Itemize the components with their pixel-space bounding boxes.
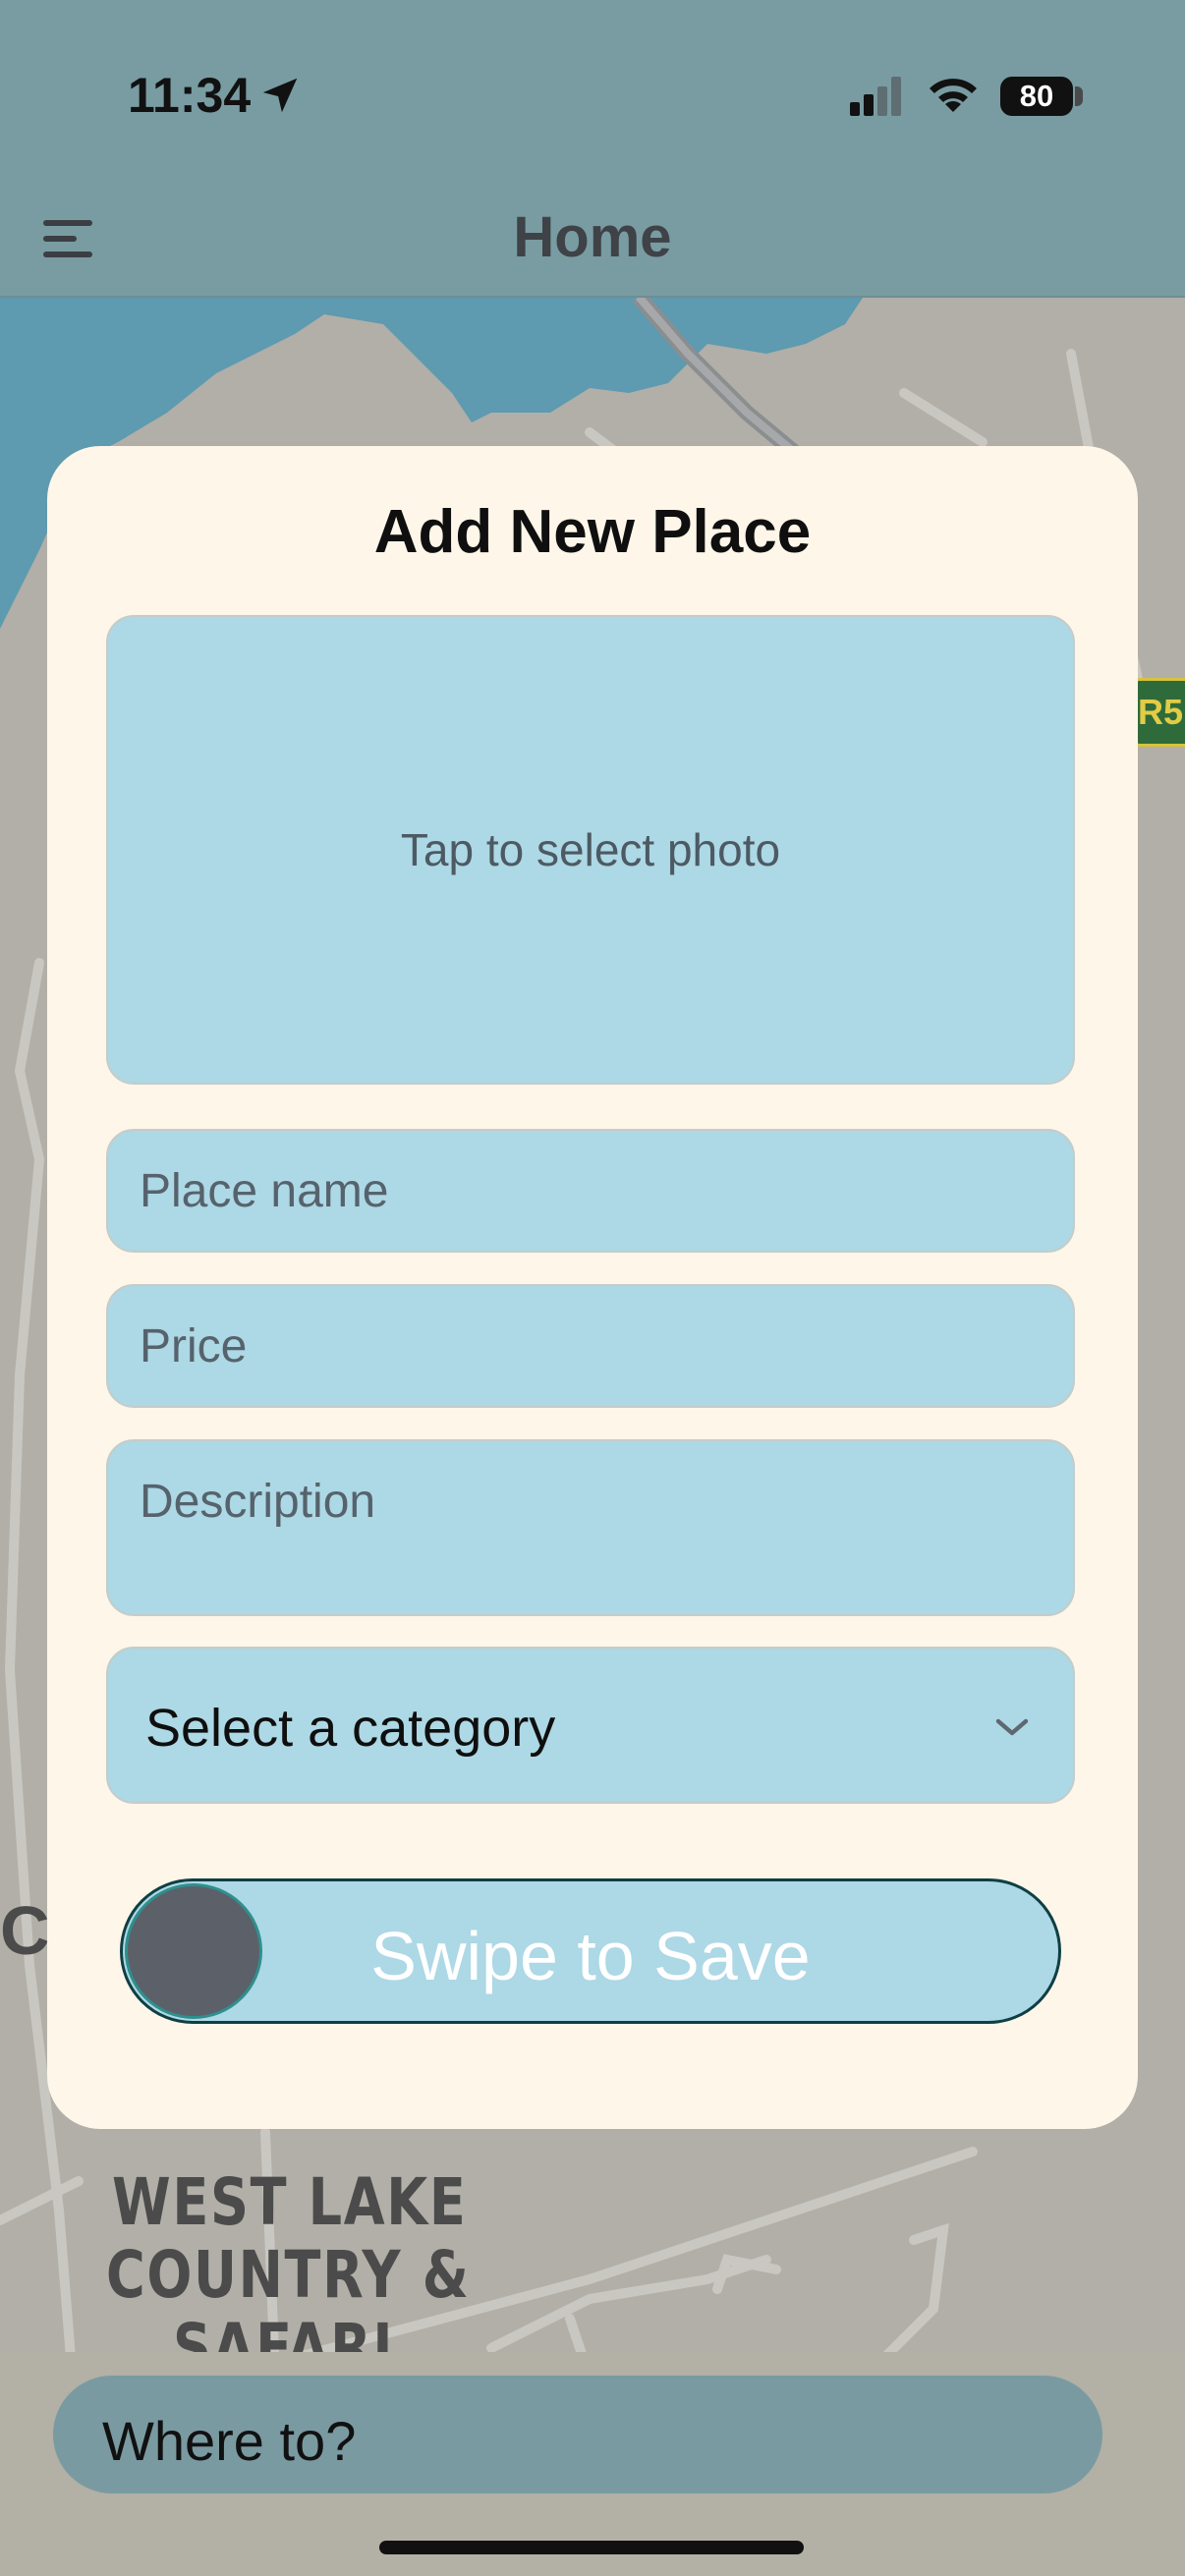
signal-icon — [850, 77, 901, 116]
road-sign: R51 — [1135, 678, 1185, 747]
location-arrow-icon — [262, 78, 298, 113]
home-indicator[interactable] — [379, 2541, 804, 2554]
map-place-label-line1: WEST LAKE — [112, 2164, 468, 2240]
place-name-placeholder: Place name — [140, 1165, 389, 1217]
where-to-placeholder: Where to? — [102, 2410, 357, 2472]
chevron-down-icon — [995, 1718, 1029, 1736]
swipe-to-save-slider[interactable]: Swipe to Save — [120, 1878, 1061, 2024]
battery-icon: 80 — [1000, 77, 1073, 116]
battery-cap — [1075, 86, 1083, 106]
swipe-handle[interactable] — [125, 1883, 262, 2019]
photo-picker[interactable]: Tap to select photo — [106, 615, 1075, 1085]
map-label-fragment: C — [0, 1892, 50, 1969]
photo-picker-label: Tap to select photo — [400, 824, 781, 875]
map-place-label-line2: COUNTRY & — [106, 2237, 471, 2313]
description-placeholder: Description — [140, 1476, 376, 1528]
description-input[interactable]: Description — [106, 1439, 1075, 1616]
price-input[interactable]: Price — [106, 1284, 1075, 1408]
swipe-to-save-label: Swipe to Save — [370, 1918, 811, 1994]
page-title: Home — [513, 205, 672, 269]
add-place-modal: Add New Place Tap to select photo Place … — [47, 446, 1138, 2129]
where-to-search-bar[interactable]: Where to? — [53, 2376, 1102, 2493]
modal-title: Add New Place — [373, 498, 812, 566]
wifi-icon — [930, 79, 977, 112]
category-select-value: Select a category — [145, 1699, 556, 1758]
status-time: 11:34 — [128, 68, 252, 123]
header-divider — [0, 296, 1185, 298]
category-select[interactable]: Select a category — [106, 1647, 1075, 1804]
price-placeholder: Price — [140, 1320, 248, 1372]
place-name-input[interactable]: Place name — [106, 1129, 1075, 1253]
map-place-label-line3: SAFARI — [173, 2313, 395, 2352]
